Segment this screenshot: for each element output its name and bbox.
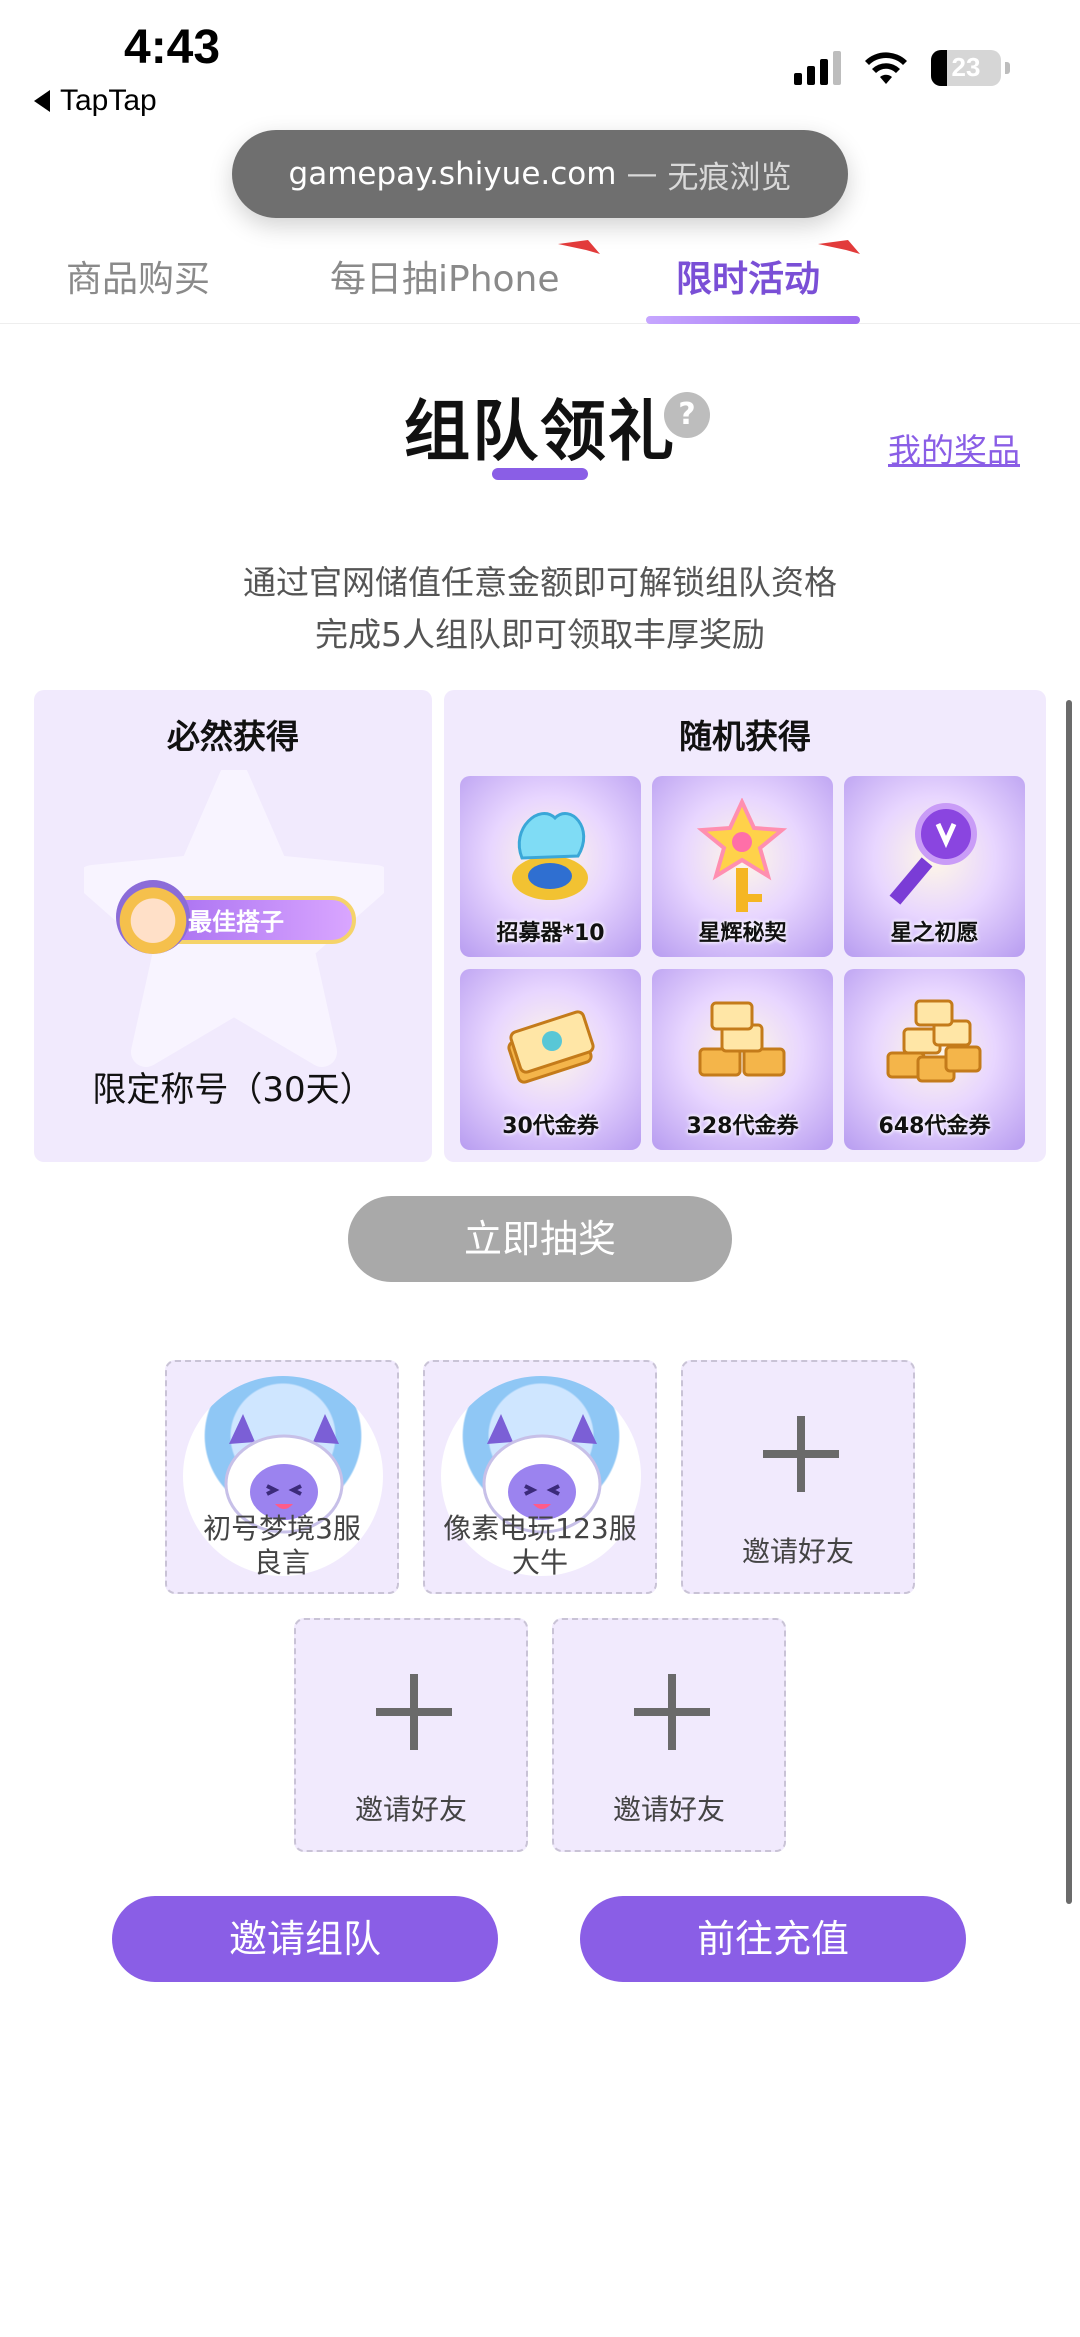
voucher-pile-icon (698, 1001, 786, 1077)
tab-daily-iphone[interactable]: 每日抽iPhone (330, 240, 600, 302)
summoner-orb-icon (512, 812, 588, 900)
prize-item: 30代金券 (460, 969, 641, 1150)
prize-label: 30代金券 (502, 1114, 599, 1139)
back-to-app-link[interactable]: TapTap (34, 84, 157, 118)
member-server: 像素电玩123服 (443, 1512, 637, 1545)
prize-label: 星辉秘契 (698, 921, 787, 946)
url-separator: — (626, 156, 658, 192)
member-nickname: 良言 (253, 1546, 310, 1579)
team-member-slot: 初号梦境3服 良言 (165, 1360, 399, 1594)
tab-bar: 商品购买 每日抽iPhone 限时活动 (0, 240, 1080, 324)
plus-icon (634, 1674, 710, 1750)
prize-label: 328代金券 (686, 1114, 799, 1139)
plus-icon (763, 1416, 839, 1492)
invite-friend-slot[interactable]: 邀请好友 (294, 1618, 528, 1852)
help-icon[interactable]: ? (664, 392, 710, 438)
description-line-1: 通过官网储值任意金额即可解锁组队资格 (243, 563, 837, 602)
my-prizes-link[interactable]: 我的奖品 (888, 424, 1020, 472)
prize-item: 星辉秘契 (652, 776, 833, 957)
url-text: gamepay.shiyue.com (288, 156, 617, 192)
plus-icon (376, 1674, 452, 1750)
ribbon-icon (818, 240, 861, 254)
url-bar[interactable]: gamepay.shiyue.com — 无痕浏览 (232, 130, 848, 218)
title-underline (492, 468, 588, 480)
tab-shop-label: 商品购买 (66, 259, 211, 300)
wifi-icon (865, 52, 907, 84)
guaranteed-reward-panel: 必然获得 最佳搭子 限定称号（30天） (34, 690, 432, 1162)
status-time: 4:43 (124, 21, 221, 74)
prize-label: 648代金券 (878, 1114, 991, 1139)
description-line-2: 完成5人组队即可领取丰厚奖励 (315, 615, 765, 654)
member-server: 初号梦境3服 (203, 1512, 361, 1545)
prize-label: 招募器*10 (496, 921, 605, 946)
battery-icon: 23 (931, 50, 1010, 86)
prize-item: 招募器*10 (460, 776, 641, 957)
private-mode-label: 无痕浏览 (667, 159, 792, 196)
back-triangle-icon (34, 90, 50, 112)
voucher-heap-icon (886, 999, 982, 1083)
tab-shop[interactable]: 商品购买 (66, 250, 210, 302)
prize-item: 648代金券 (844, 969, 1025, 1150)
invite-friend-label: 邀请好友 (354, 1793, 467, 1826)
tab-limited-event[interactable]: 限时活动 (676, 240, 861, 302)
next-section-heading-cutoff (0, 2068, 1080, 2082)
member-nickname: 大牛 (511, 1546, 568, 1579)
invite-friend-label: 邀请好友 (612, 1793, 725, 1826)
random-reward-panel: 随机获得 招募器*10 星辉秘契 星之初愿 30代金券 328代金券 648代金… (444, 690, 1046, 1162)
ribbon-icon (557, 240, 600, 254)
prize-grid: 招募器*10 星辉秘契 星之初愿 30代金券 328代金券 648代金券 (460, 776, 1025, 1150)
draw-now-button[interactable]: 立即抽奖 (348, 1196, 732, 1282)
voucher-stack-icon (507, 1010, 595, 1084)
invite-friend-label: 邀请好友 (741, 1535, 854, 1568)
purple-key-icon (889, 803, 977, 905)
tab-daily-iphone-label: 每日抽iPhone (330, 259, 560, 300)
active-tab-indicator (646, 316, 860, 324)
guaranteed-reward-name: 限定称号（30天） (92, 1070, 374, 1110)
cellular-signal-icon (794, 51, 841, 85)
title-badge-icon: 最佳搭子 (116, 876, 356, 958)
scrollbar[interactable] (1066, 700, 1072, 1904)
invite-team-button[interactable]: 邀请组队 (112, 1896, 498, 1982)
random-heading: 随机获得 (679, 717, 811, 756)
member-name: 初号梦境3服 良言 (167, 1512, 397, 1580)
battery-level: 23 (951, 52, 981, 82)
invite-friend-slot[interactable]: 邀请好友 (552, 1618, 786, 1852)
member-name: 像素电玩123服 大牛 (425, 1512, 655, 1580)
go-recharge-button[interactable]: 前往充值 (580, 1896, 966, 1982)
guaranteed-heading: 必然获得 (167, 717, 299, 756)
prize-item: 328代金券 (652, 969, 833, 1150)
invite-friend-slot[interactable]: 邀请好友 (681, 1360, 915, 1594)
team-member-slot: 像素电玩123服 大牛 (423, 1360, 657, 1594)
back-app-label: TapTap (60, 84, 157, 117)
prize-label: 星之初愿 (890, 921, 979, 946)
tab-limited-event-label: 限时活动 (676, 259, 821, 300)
prize-item: 星之初愿 (844, 776, 1025, 957)
status-indicators: 23 (794, 50, 1010, 86)
star-key-icon (696, 798, 788, 912)
badge-text: 最佳搭子 (188, 908, 284, 936)
